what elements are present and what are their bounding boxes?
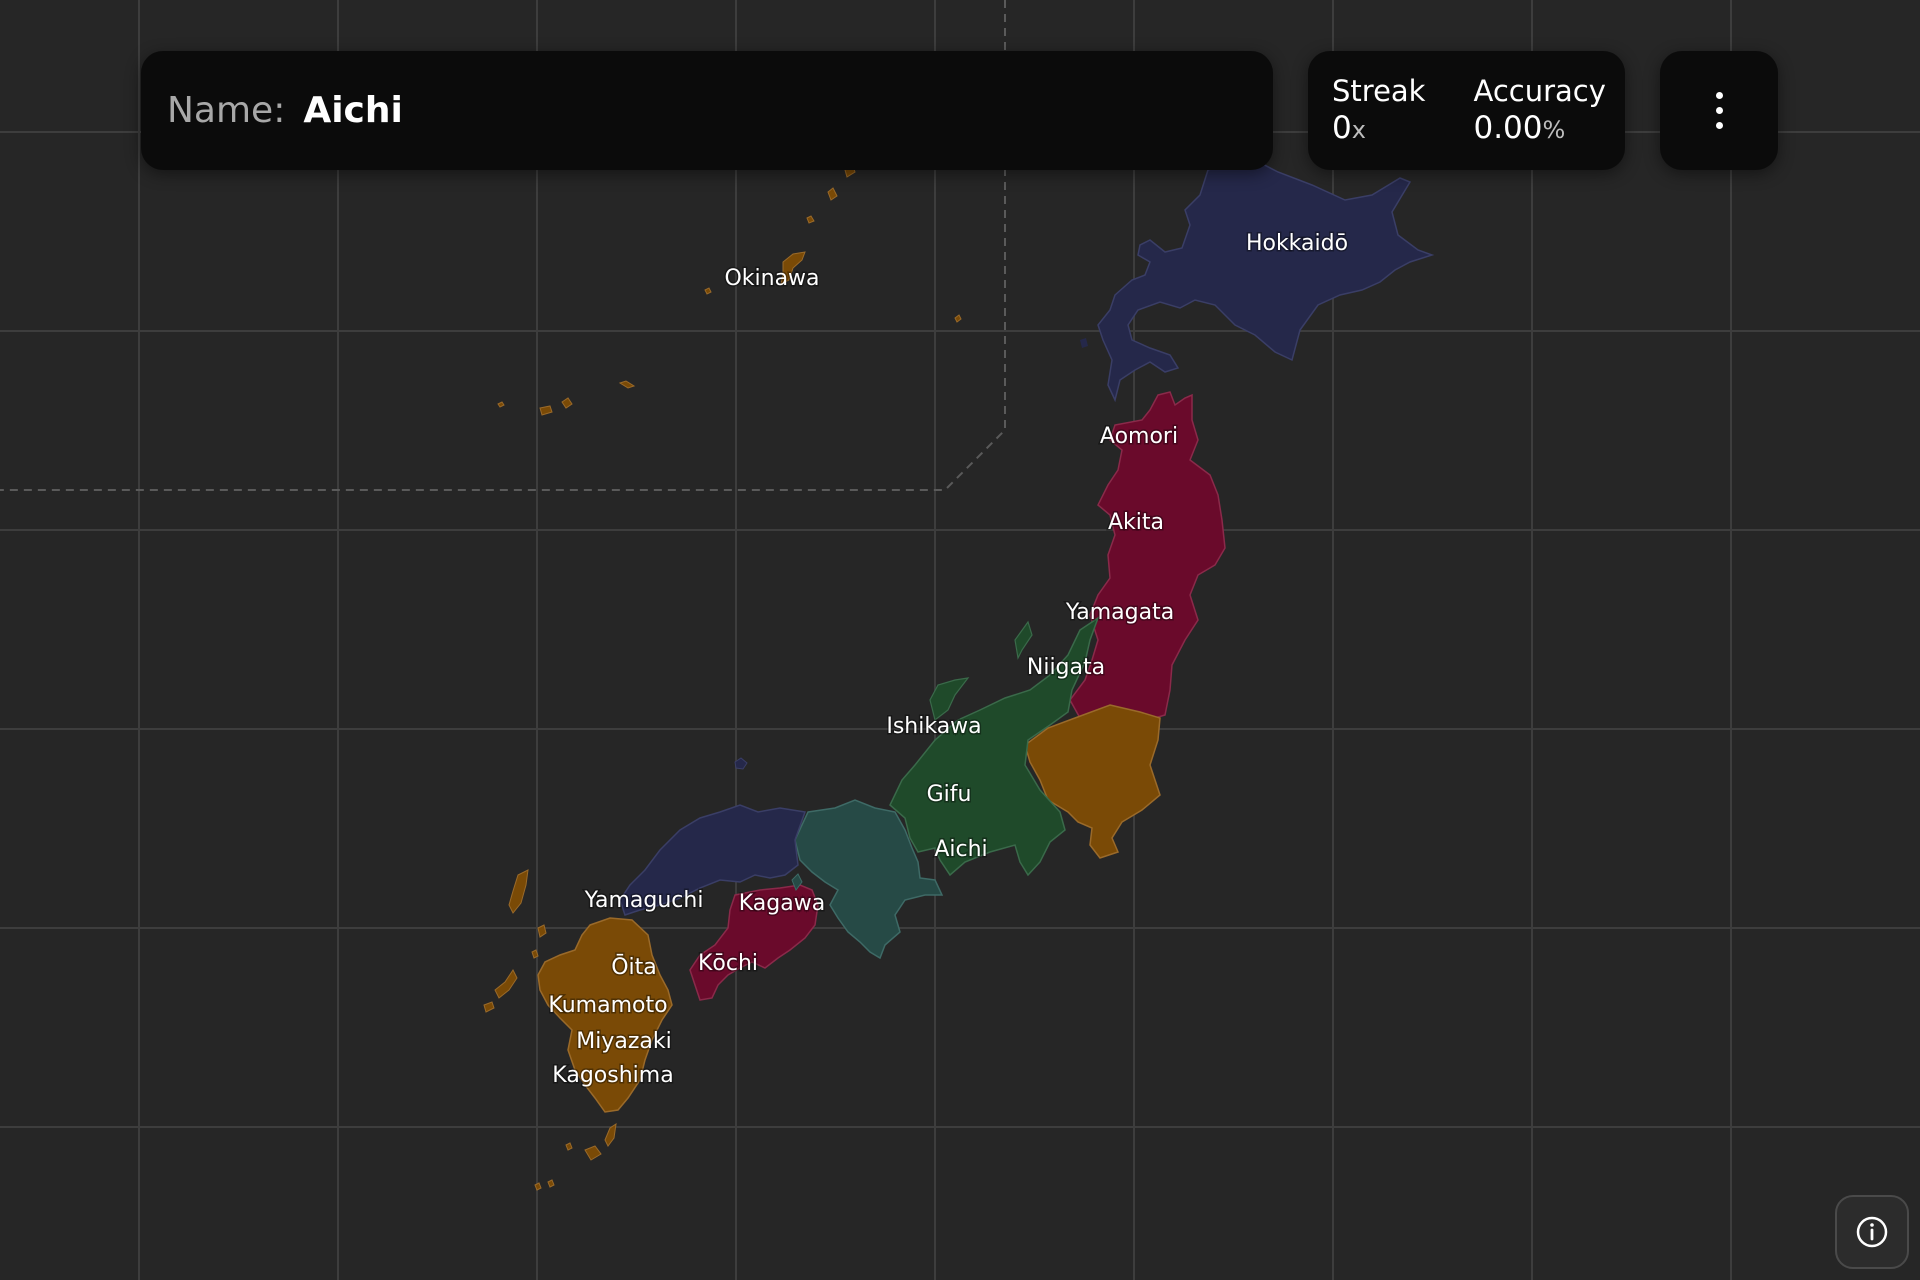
stats-panel: Streak 0x Accuracy 0.00% xyxy=(1308,51,1625,170)
label-niigata: Niigata xyxy=(1027,655,1105,680)
label-kagawa: Kagawa xyxy=(739,891,825,916)
accuracy-value-row: 0.00% xyxy=(1473,109,1605,148)
name-value: Aichi xyxy=(303,90,403,131)
label-miyazaki: Miyazaki xyxy=(576,1029,671,1054)
info-icon xyxy=(1856,1216,1888,1248)
label-aomori: Aomori xyxy=(1100,424,1178,449)
menu-button[interactable] xyxy=(1660,51,1778,170)
name-prompt-panel: Name: Aichi xyxy=(141,51,1273,170)
map-background xyxy=(0,0,1920,1280)
streak-label: Streak xyxy=(1332,74,1426,108)
label-kochi: Kōchi xyxy=(698,951,758,976)
accuracy-value: 0.00 xyxy=(1473,110,1543,147)
info-button[interactable] xyxy=(1835,1195,1909,1269)
streak-value: 0 xyxy=(1332,110,1352,147)
more-vertical-icon xyxy=(1715,92,1723,129)
label-aichi: Aichi xyxy=(934,837,987,862)
streak-unit: x xyxy=(1351,116,1366,145)
label-kagoshima: Kagoshima xyxy=(552,1063,673,1088)
accuracy-unit: % xyxy=(1542,116,1566,145)
label-oita: Ōita xyxy=(611,954,657,980)
label-gifu: Gifu xyxy=(927,782,972,807)
label-yamagata: Yamagata xyxy=(1065,600,1174,625)
streak-stat: Streak 0x xyxy=(1308,51,1449,170)
accuracy-label: Accuracy xyxy=(1473,74,1606,108)
label-ishikawa: Ishikawa xyxy=(886,714,981,739)
streak-value-row: 0x xyxy=(1332,109,1425,148)
name-label: Name: xyxy=(167,90,286,131)
label-hokkaido: Hokkaidō xyxy=(1246,231,1348,256)
accuracy-stat: Accuracy 0.00% xyxy=(1449,51,1629,170)
label-akita: Akita xyxy=(1108,510,1164,535)
label-okinawa: Okinawa xyxy=(724,266,819,291)
label-kumamoto: Kumamoto xyxy=(548,993,667,1018)
japan-map: Hokkaidō Okinawa Aomori Akita Yamagata N… xyxy=(0,0,1920,1280)
label-yamaguchi: Yamaguchi xyxy=(584,888,704,913)
